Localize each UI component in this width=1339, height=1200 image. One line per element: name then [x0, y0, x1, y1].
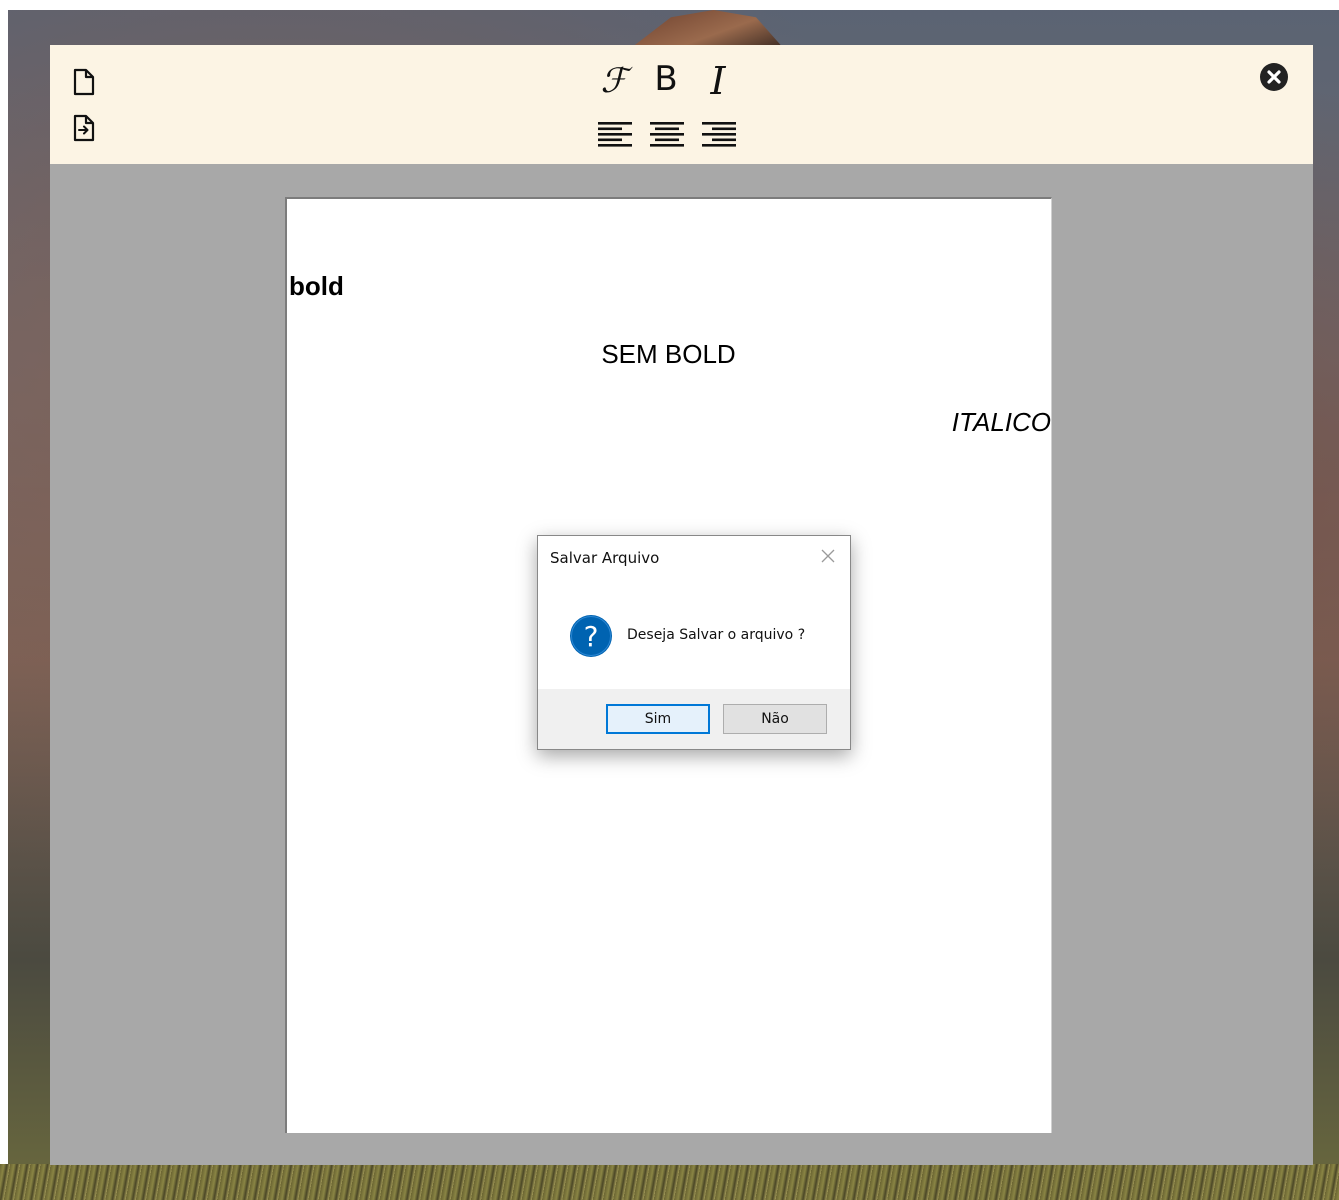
- dialog-footer: Sim Não: [538, 689, 850, 749]
- align-right-button[interactable]: [700, 119, 738, 149]
- svg-text:?: ?: [584, 620, 599, 653]
- align-center-button[interactable]: [648, 119, 686, 149]
- save-file-dialog: Salvar Arquivo ? Deseja Salvar o arquivo…: [537, 535, 851, 750]
- new-file-button[interactable]: [70, 67, 98, 97]
- wallpaper-decoration: [633, 10, 782, 46]
- wallpaper-edge-top: [0, 0, 1339, 10]
- align-left-button[interactable]: [596, 119, 634, 149]
- yes-button[interactable]: Sim: [606, 704, 710, 734]
- toolbar: ℱ B I: [50, 45, 1313, 164]
- dialog-close-button[interactable]: [818, 546, 838, 566]
- close-circle-icon: [1260, 63, 1288, 91]
- document-line-italic[interactable]: ITALICO: [952, 407, 1051, 438]
- bold-button[interactable]: B: [648, 59, 684, 99]
- export-file-button[interactable]: [70, 113, 98, 143]
- question-icon: ?: [570, 615, 612, 657]
- align-right-icon: [702, 122, 736, 147]
- export-file-icon: [73, 114, 95, 142]
- document-line-centered[interactable]: SEM BOLD: [287, 339, 1050, 370]
- wallpaper-grass: [0, 1164, 1339, 1200]
- font-button[interactable]: ℱ: [596, 61, 632, 101]
- font-icon: ℱ: [600, 61, 628, 101]
- italic-button[interactable]: I: [700, 61, 736, 101]
- no-button[interactable]: Não: [723, 704, 827, 734]
- dialog-title: Salvar Arquivo: [550, 549, 660, 567]
- align-center-icon: [650, 122, 684, 147]
- italic-icon: I: [710, 59, 726, 103]
- new-file-icon: [73, 68, 95, 96]
- document-line-bold[interactable]: bold: [289, 271, 344, 302]
- align-left-icon: [598, 122, 632, 147]
- wallpaper-edge-left: [0, 0, 8, 1200]
- close-app-button[interactable]: [1258, 61, 1290, 93]
- text-editor-window: ℱ B I bold SEM BOLD ITALICO Salvar Arqui…: [50, 45, 1313, 1165]
- bold-icon: B: [654, 59, 678, 99]
- dialog-message: Deseja Salvar o arquivo ?: [627, 627, 806, 643]
- close-icon: [821, 549, 835, 563]
